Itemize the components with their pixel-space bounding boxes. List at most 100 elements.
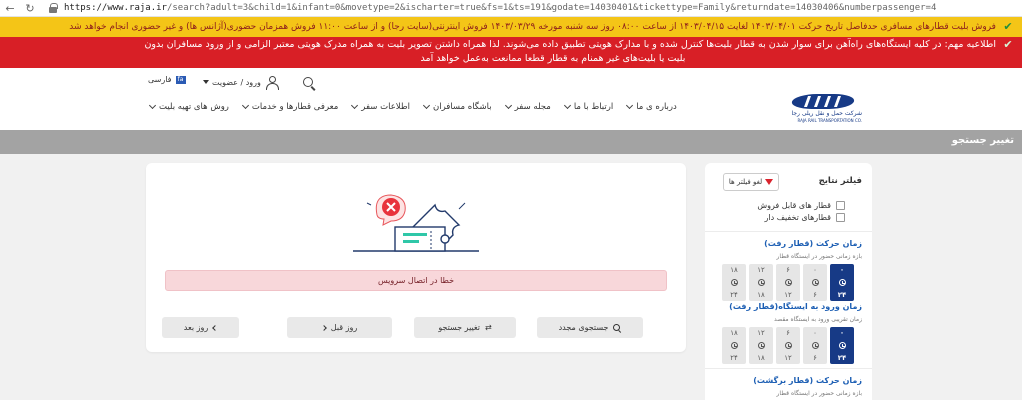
- address-bar[interactable]: https://www.raja.ir/search?adult=3&child…: [64, 3, 1022, 13]
- filter-icon: [765, 179, 774, 185]
- slot-end: ۶: [813, 291, 817, 299]
- clock-icon: [811, 342, 819, 349]
- results-card: خطا در اتصال سرویس جستجوی مجدد ⇄ تغییر ج…: [146, 163, 686, 352]
- user-icon: [265, 75, 279, 90]
- menu-item-travel-info[interactable]: اطلاعات سفر: [351, 101, 410, 112]
- menu-item-label: درباره ی ما: [636, 102, 677, 112]
- time-slot-6-12[interactable]: ۶ ۱۲: [776, 327, 800, 364]
- search-again-label: جستجوی مجدد: [558, 323, 609, 332]
- sale-announcement-banner: ✔ فروش بلیت قطارهای مسافری حدفاصل تاریخ …: [0, 17, 1022, 37]
- clock-icon: [784, 279, 792, 286]
- slot-start: ۰: [813, 329, 817, 337]
- checkbox[interactable]: [836, 213, 845, 222]
- notice-line-1: اطلاعیه مهم: در کلیه ایستگاه‌های راه‌آهن…: [144, 39, 996, 50]
- time-slot-0-24[interactable]: ۰ ۲۴: [830, 327, 854, 364]
- slot-end: ۱۲: [784, 354, 792, 362]
- clear-filters-button[interactable]: لغو فیلتر ها: [723, 173, 779, 191]
- slot-end: ۲۴: [730, 291, 738, 299]
- arrival-time-subtitle: زمان تقریبی ورود به ایستگاه مقصد: [773, 316, 862, 323]
- menu-item-label: مجله سفر: [514, 102, 551, 112]
- slot-start: ۱۸: [730, 329, 738, 337]
- previous-day-label: روز قبل: [330, 323, 358, 332]
- chevron-down-icon: [563, 101, 571, 110]
- language-selector[interactable]: fa فارسی: [148, 75, 186, 84]
- time-slot-12-18[interactable]: ۱۲ ۱۸: [749, 327, 773, 364]
- filter-header: فیلتر نتایج لغو فیلتر ها: [715, 173, 862, 191]
- clock-icon: [730, 279, 738, 286]
- ticket-error-illustration: [353, 194, 479, 252]
- menu-item-about[interactable]: درباره ی ما: [626, 101, 677, 112]
- clear-filters-label: لغو فیلتر ها: [728, 178, 763, 186]
- notice-line-2: بلیت یا بلیت‌های غیر همنام به قطار قطعا …: [420, 53, 686, 64]
- chevron-left-icon: [212, 324, 219, 331]
- arrival-time-slots: ۰ ۲۴ ۰۶ ۶ ۱۲ ۱۲ ۱۸ ۱۸ ۲۴: [720, 327, 854, 364]
- back-arrow-icon[interactable]: ←: [0, 0, 20, 17]
- browser-toolbar: ← ↻ https://www.raja.ir/search?adult=3&c…: [0, 0, 1022, 17]
- change-search-button[interactable]: ⇄ تغییر جستجو: [414, 317, 516, 338]
- slot-end: ۱۸: [757, 354, 765, 362]
- search-icon: [613, 323, 621, 332]
- chevron-down-icon[interactable]: [203, 80, 209, 84]
- slot-end: ۲۴: [837, 291, 847, 299]
- clock-icon: [730, 342, 738, 349]
- slot-start: ۱۲: [757, 266, 765, 274]
- time-slot-0-6[interactable]: ۰۶: [803, 327, 827, 364]
- sale-announcement-text: فروش بلیت قطارهای مسافری حدفاصل تاریخ حر…: [69, 22, 996, 32]
- clock-icon: [757, 279, 765, 286]
- time-slot-18-24[interactable]: ۱۸ ۲۴: [722, 327, 746, 364]
- slot-start: ۶: [786, 329, 790, 337]
- url-host: https://www.raja.ir: [64, 3, 167, 13]
- time-slot-6-12[interactable]: ۶ ۱۲: [776, 264, 800, 301]
- menu-item-ticket-methods[interactable]: روش های تهیه بلیت: [148, 101, 229, 112]
- time-slot-0-24[interactable]: ۰ ۲۴: [830, 264, 854, 301]
- menu-item-travel-magazine[interactable]: مجله سفر: [504, 101, 551, 112]
- next-day-label: روز بعد: [183, 323, 209, 332]
- slot-end: ۶: [813, 354, 817, 362]
- time-slot-0-6[interactable]: ۰۶: [803, 264, 827, 301]
- slot-start: ۱۲: [757, 329, 765, 337]
- sellable-trains-checkbox[interactable]: قطار های قابل فروش: [757, 201, 845, 210]
- raja-logo[interactable]: شرکت حمل و نقل ریلی رجا RAJA RAIL TRANSP…: [787, 92, 862, 126]
- slot-start: ۰: [813, 266, 817, 274]
- menu-item-label: ارتباط با ما: [573, 102, 614, 112]
- time-slot-12-18[interactable]: ۱۲ ۱۸: [749, 264, 773, 301]
- url-path: /search?adult=3&child=1&infant=0&movetyp…: [166, 3, 937, 13]
- main-menu: روش های تهیه بلیت معرفی قطارها و خدمات ا…: [148, 101, 677, 112]
- filter-sidebar: فیلتر نتایج لغو فیلتر ها قطار های قابل ف…: [705, 163, 872, 400]
- checkbox-label: قطارهای تخفیف دار: [764, 213, 831, 222]
- clock-icon: [838, 342, 846, 349]
- slot-end: ۱۲: [784, 291, 792, 299]
- login-button[interactable]: ورود / عضویت: [212, 75, 279, 90]
- menu-item-label: باشگاه مسافران: [432, 102, 492, 112]
- search-again-button[interactable]: جستجوی مجدد: [537, 317, 643, 338]
- menu-item-label: اطلاعات سفر: [361, 102, 410, 112]
- service-error-alert: خطا در اتصال سرویس: [165, 270, 667, 291]
- slot-start: ۰: [839, 266, 845, 274]
- refresh-icon[interactable]: ↻: [20, 0, 40, 17]
- slot-start: ۶: [786, 266, 790, 274]
- time-slot-18-24[interactable]: ۱۸ ۲۴: [722, 264, 746, 301]
- departure-time-title: زمان حرکت (قطار رفت): [764, 239, 862, 248]
- check-icon: ✔: [1003, 38, 1013, 51]
- menu-item-trains-services[interactable]: معرفی قطارها و خدمات: [241, 101, 338, 112]
- slot-end: ۱۸: [757, 291, 765, 299]
- clock-icon: [784, 342, 792, 349]
- login-label: ورود / عضویت: [212, 77, 261, 87]
- next-day-button[interactable]: روز بعد: [162, 317, 239, 338]
- discount-trains-checkbox[interactable]: قطارهای تخفیف دار: [765, 213, 845, 222]
- search-icon[interactable]: [302, 76, 316, 90]
- change-search-bar[interactable]: تغییر جستجو: [0, 130, 1022, 154]
- checkbox-label: قطار های قابل فروش: [757, 201, 831, 210]
- logo-company-name: شرکت حمل و نقل ریلی رجا: [791, 110, 862, 117]
- check-icon: ✔: [1003, 20, 1013, 33]
- slot-start: ۱۸: [730, 266, 738, 274]
- change-search-title: تغییر جستجو: [951, 135, 1014, 146]
- menu-item-passenger-club[interactable]: باشگاه مسافران: [422, 101, 492, 112]
- logo-company-name-en: RAJA RAIL TRANSPORTATION CO.: [797, 118, 862, 123]
- slot-end: ۲۴: [730, 354, 738, 362]
- slot-start: ۰: [839, 329, 845, 337]
- checkbox[interactable]: [836, 201, 845, 210]
- chevron-down-icon: [504, 101, 512, 110]
- menu-item-contact[interactable]: ارتباط با ما: [563, 101, 614, 112]
- previous-day-button[interactable]: روز قبل: [287, 317, 392, 338]
